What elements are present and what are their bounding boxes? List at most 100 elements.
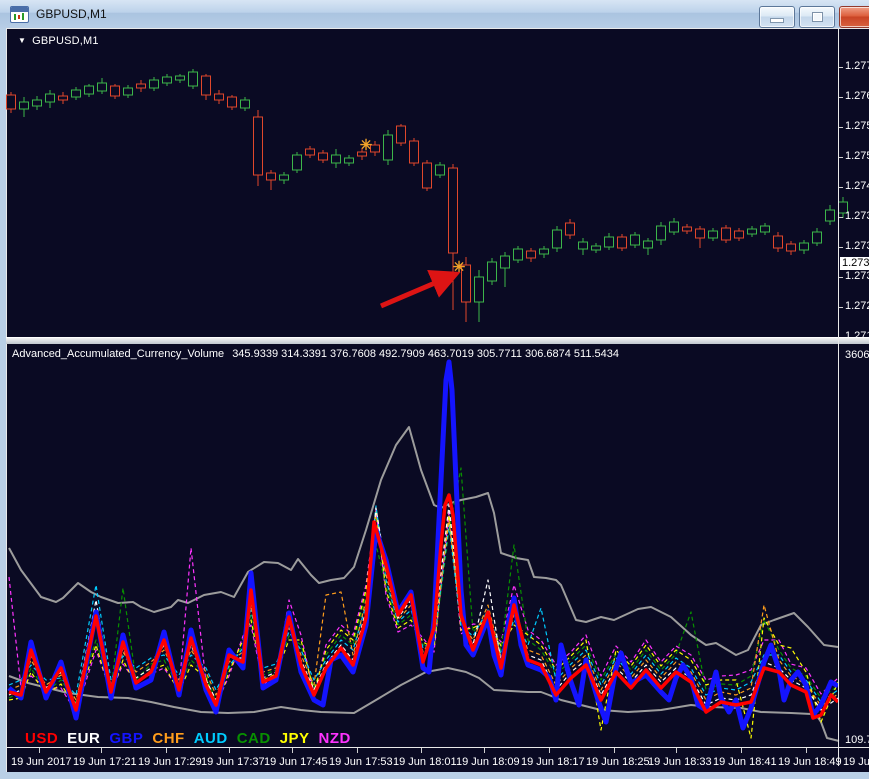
candle [682, 224, 692, 234]
candle [474, 270, 484, 322]
candle [448, 164, 458, 310]
price-tick [839, 97, 843, 98]
candle [435, 162, 445, 178]
title-bar[interactable]: GBPUSD,M1 [0, 0, 869, 28]
chart-icon [10, 5, 29, 23]
candle [149, 77, 159, 91]
candle [487, 258, 497, 285]
candle [630, 232, 640, 248]
price-axis-label: 1.272 [845, 300, 869, 312]
candle [617, 234, 627, 251]
candle [227, 95, 237, 110]
scale-border [838, 29, 839, 766]
legend-item-gbp: GBP [109, 730, 144, 747]
time-axis-label: 19 Jun 17:37 [201, 756, 265, 768]
annotation-arrow [380, 270, 461, 309]
chevron-down-icon[interactable]: ▼ [18, 36, 26, 45]
candle [162, 74, 172, 86]
restore-button[interactable] [799, 6, 835, 28]
time-axis-label: 19 Jun 17:45 [264, 756, 328, 768]
chart-symbol-label: ▼ GBPUSD,M1 [18, 35, 99, 47]
price-tick [839, 307, 843, 308]
candle [110, 84, 120, 99]
indicator-min-label: 109.7 [845, 734, 869, 746]
indicator-max-label: 3606. [845, 349, 869, 361]
price-tick [839, 67, 843, 68]
candle [279, 172, 289, 184]
indicator-line-band-upper [8, 426, 839, 656]
price-axis-label: 1.273 [845, 240, 869, 252]
indicator-pane[interactable]: Advanced_Accumulated_Currency_Volume 345.… [6, 344, 869, 747]
indicator-header: Advanced_Accumulated_Currency_Volume 345.… [12, 348, 619, 360]
time-axis-label: 19 Jun 18:25 [586, 756, 650, 768]
price-axis-label: 1.274 [845, 180, 869, 192]
candle [214, 90, 224, 104]
time-axis-label: 19 Jun 2017 [11, 756, 72, 768]
candle [292, 152, 302, 173]
time-axis-label: 19 Jun 18:09 [456, 756, 520, 768]
candle [396, 124, 406, 146]
candle [708, 228, 718, 241]
time-axis-label: 19 Jun 18:01 [393, 756, 457, 768]
price-tick [839, 217, 843, 218]
restore-icon [811, 12, 823, 22]
candle [201, 74, 211, 100]
candle [344, 155, 354, 166]
legend-item-nzd: NZD [318, 730, 351, 747]
mt4-window: { "window": { "title": "GBPUSD,M1", "con… [0, 0, 869, 779]
indicator-chart [7, 359, 840, 742]
candle [760, 223, 770, 235]
time-tick [806, 748, 807, 753]
candle [136, 80, 146, 92]
price-axis-label: 1.277 [845, 60, 869, 72]
legend-item-cad: CAD [236, 730, 271, 747]
price-axis-label: 1.275 [845, 150, 869, 162]
candle [734, 228, 744, 241]
candle [97, 78, 107, 94]
time-axis-label: 19 Jun 18:41 [713, 756, 777, 768]
candle [45, 90, 55, 108]
currency-legend: USD EUR GBP CHF AUD CAD JPY NZD [25, 730, 351, 747]
candle [32, 96, 42, 110]
time-tick [101, 748, 102, 753]
time-tick [229, 748, 230, 753]
indicator-values: 345.9339 314.3391 376.7608 492.7909 463.… [232, 348, 619, 360]
candle [19, 97, 29, 117]
candle [812, 228, 822, 246]
candle [721, 225, 731, 243]
candle [409, 138, 419, 166]
price-chart-pane[interactable]: ✳✳ ▼GBPUSD,M1 1.277 1.276 1.275 1.275 1.274 1… [6, 28, 869, 342]
candle [578, 238, 588, 255]
legend-item-eur: EUR [67, 730, 101, 747]
price-tick [839, 127, 843, 128]
candle [240, 97, 250, 111]
candle [6, 92, 16, 113]
time-axis-label: 19 Jun 17:53 [329, 756, 393, 768]
candle [552, 226, 562, 252]
candle [422, 160, 432, 191]
candle [253, 110, 263, 186]
time-axis-label: 19 Jun 17:29 [138, 756, 202, 768]
candle [188, 69, 198, 89]
candle [123, 85, 133, 98]
window-title: GBPUSD,M1 [36, 7, 107, 21]
time-tick [614, 748, 615, 753]
time-tick [357, 748, 358, 753]
indicator-line-jpy [8, 511, 839, 739]
time-tick [39, 748, 40, 753]
candle [747, 226, 757, 237]
legend-item-jpy: JPY [279, 730, 310, 747]
price-tick [839, 157, 843, 158]
legend-item-aud: AUD [193, 730, 228, 747]
legend-item-chf: CHF [152, 730, 185, 747]
candle [175, 74, 185, 83]
candle [669, 218, 679, 235]
legend-item-usd: USD [25, 730, 59, 747]
minimize-button[interactable] [759, 6, 795, 28]
close-button[interactable] [839, 6, 869, 28]
time-axis-label: 19 Jun 17:21 [73, 756, 137, 768]
time-tick [421, 748, 422, 753]
candle [799, 240, 809, 254]
time-scale[interactable]: 19 Jun 2017 19 Jun 17:21 19 Jun 17:29 19 Ju… [6, 747, 869, 773]
candle [266, 170, 276, 190]
